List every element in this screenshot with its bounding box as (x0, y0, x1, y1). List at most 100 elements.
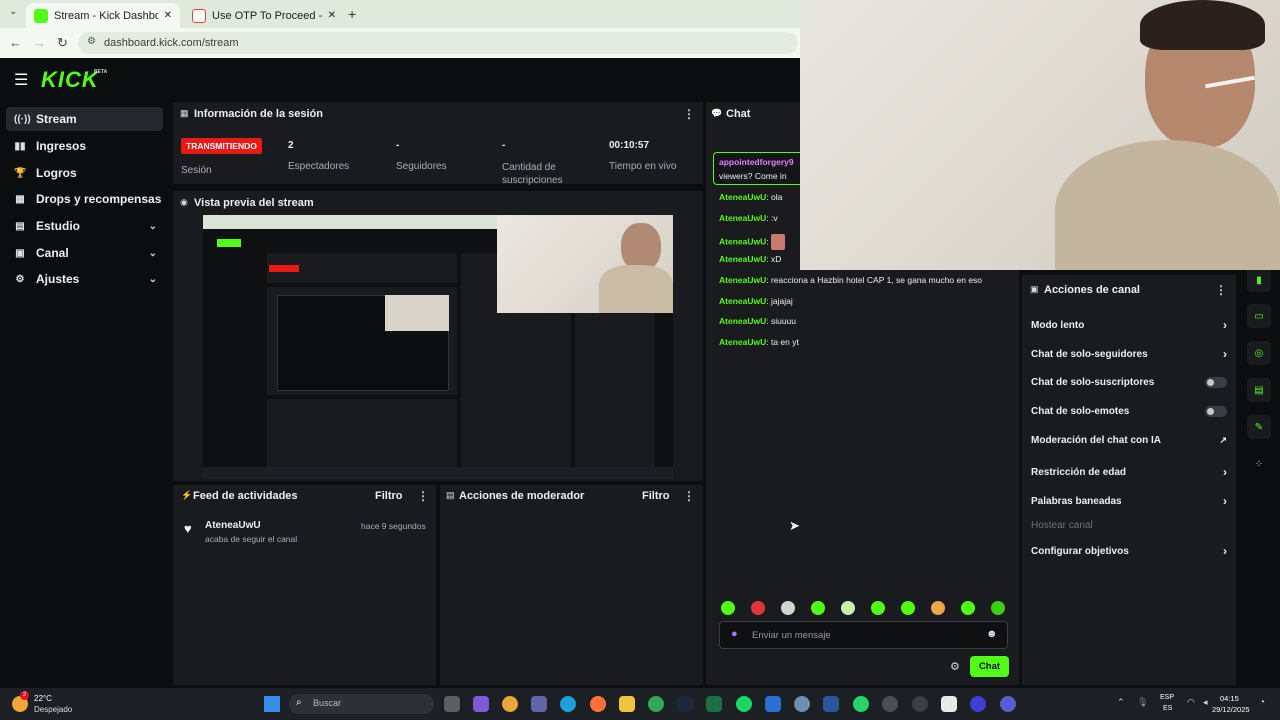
microphone-tray-icon[interactable]: 🎙 (1137, 697, 1148, 708)
spotify-icon[interactable] (736, 696, 752, 712)
word-icon[interactable] (823, 696, 839, 712)
teams-icon[interactable] (531, 696, 547, 712)
tab-otp[interactable]: Use OTP To Proceed - elfacheer ✕ (184, 3, 344, 28)
clock-date[interactable]: 29/12/2025 (1212, 705, 1250, 714)
sidebar-item-drops[interactable]: ▦ Drops y recompensas (6, 187, 163, 211)
copilot-icon[interactable] (473, 696, 489, 712)
subs-only-toggle[interactable] (1205, 377, 1227, 388)
emoji-icon[interactable]: ☻ (986, 628, 998, 640)
action-slow-mode[interactable]: Modo lento › (1031, 318, 1227, 332)
emote-button[interactable] (781, 601, 795, 615)
steam-icon[interactable] (677, 696, 693, 712)
language-indicator-top[interactable]: ESP (1160, 694, 1174, 701)
close-tab-icon[interactable]: ✕ (164, 10, 172, 21)
weather-text[interactable]: Despejado (34, 705, 72, 714)
tab-search-icon[interactable]: ⌄ (9, 6, 17, 17)
kick-logo[interactable]: KICK (41, 67, 99, 93)
language-indicator-bottom[interactable]: ES (1163, 705, 1172, 712)
site-info-icon[interactable]: ⚙ (87, 36, 96, 47)
network-app-icon[interactable] (794, 696, 810, 712)
pinned-user[interactable]: appointedforgery9 (719, 157, 794, 167)
rail-broadcast-button[interactable]: ◎ (1247, 341, 1271, 365)
sidebar-item-ajustes[interactable]: ⚙ Ajustes ⌄ (6, 267, 163, 291)
sidebar-item-stream[interactable]: ((·)) Stream (6, 107, 163, 131)
clock-time[interactable]: 04:15 (1220, 694, 1239, 703)
file-explorer-icon[interactable] (619, 696, 635, 712)
edge-icon[interactable] (560, 696, 576, 712)
chat-username[interactable]: AteneaUwU (719, 254, 766, 264)
address-bar[interactable]: ⚙ dashboard.kick.com/stream (78, 32, 798, 54)
chrome-icon[interactable] (502, 696, 518, 712)
sidebar-item-ingresos[interactable]: ▮▮ Ingresos (6, 134, 163, 158)
notifications-icon[interactable]: ◔ (1259, 697, 1265, 708)
emote-button[interactable] (721, 601, 735, 615)
assistant-icon[interactable] (970, 696, 986, 712)
new-tab-button[interactable]: + (348, 6, 356, 22)
emote-button[interactable] (811, 601, 825, 615)
more-options-icon[interactable]: ⋮ (683, 489, 695, 503)
action-age-restriction[interactable]: Restricción de edad › (1031, 465, 1227, 479)
vpn-icon[interactable] (1000, 696, 1016, 712)
emote-button[interactable] (901, 601, 915, 615)
forward-icon[interactable]: → (33, 35, 46, 50)
sidebar-item-canal[interactable]: ▣ Canal ⌄ (6, 241, 163, 265)
activity-filter-button[interactable]: Filtro (375, 490, 403, 502)
chat-username[interactable]: AteneaUwU (719, 337, 766, 347)
emotes-only-toggle[interactable] (1205, 406, 1227, 417)
chat-username[interactable]: AteneaUwU (719, 275, 766, 285)
volume-icon[interactable]: ◂ (1203, 697, 1208, 708)
sidebar-item-estudio[interactable]: ▤ Estudio ⌄ (6, 214, 163, 238)
rail-layout-button[interactable]: ▤ (1247, 378, 1271, 402)
chat-username[interactable]: AteneaUwU (719, 316, 766, 326)
menu-icon[interactable]: ☰ (14, 70, 28, 90)
action-ai-moderation[interactable]: Moderación del chat con IA ↗ (1031, 435, 1227, 446)
excel-icon[interactable] (706, 696, 722, 712)
weather-temp[interactable]: 22°C (34, 694, 52, 703)
chat-username[interactable]: AteneaUwU (719, 192, 766, 202)
action-banned-words[interactable]: Palabras baneadas › (1031, 494, 1227, 508)
moderator-filter-button[interactable]: Filtro (642, 490, 670, 502)
taskbar-search-placeholder[interactable]: Buscar (313, 698, 341, 708)
stream-preview-video[interactable] (203, 215, 673, 479)
chat-username[interactable]: AteneaUwU (719, 236, 766, 246)
wifi-icon[interactable]: ◠ (1187, 697, 1195, 708)
more-options-icon[interactable]: ⋮ (417, 489, 429, 503)
windows-start-icon[interactable] (264, 696, 280, 712)
back-icon[interactable]: ← (9, 35, 22, 50)
emote-button[interactable] (931, 601, 945, 615)
chat-settings-icon[interactable]: ⚙ (950, 660, 960, 673)
rail-clips-button[interactable]: ▮ (1247, 268, 1271, 292)
store-icon[interactable] (941, 696, 957, 712)
close-tab-icon[interactable]: ✕ (328, 10, 336, 21)
emote-button[interactable] (991, 601, 1005, 615)
send-chat-button[interactable]: Chat (970, 656, 1009, 677)
action-followers-only[interactable]: Chat de solo-seguidores › (1031, 347, 1227, 361)
whatsapp-icon[interactable] (853, 696, 869, 712)
obs-icon[interactable] (912, 696, 928, 712)
action-configure-goals[interactable]: Configurar objetivos › (1031, 544, 1227, 558)
taskbar-search[interactable] (289, 694, 434, 714)
chat-input-placeholder[interactable]: Enviar un mensaje (752, 630, 831, 641)
rail-apps-button[interactable]: ⁘ (1247, 452, 1271, 476)
chrome-profile-icon[interactable] (648, 696, 664, 712)
chat-username[interactable]: AteneaUwU (719, 296, 766, 306)
tray-expand-icon[interactable]: ⌃ (1117, 697, 1125, 708)
sidebar-item-logros[interactable]: 🏆 Logros (6, 161, 163, 185)
emote-button[interactable] (841, 601, 855, 615)
reload-icon[interactable]: ↻ (57, 35, 68, 51)
chat-username[interactable]: AteneaUwU (719, 213, 766, 223)
firefox-icon[interactable] (590, 696, 606, 712)
chrome-active-icon[interactable] (882, 696, 898, 712)
rail-wrench-button[interactable]: ✎ (1247, 415, 1271, 439)
photos-icon[interactable] (765, 696, 781, 712)
tab-kick-dashboard[interactable]: Stream - Kick Dashboard ✕ (26, 3, 180, 28)
microphone-icon[interactable]: ● (731, 628, 738, 640)
emote-button[interactable] (751, 601, 765, 615)
rail-chat-button[interactable]: ▭ (1247, 304, 1271, 328)
more-options-icon[interactable]: ⋮ (1215, 283, 1227, 297)
emote-button[interactable] (871, 601, 885, 615)
emote-button[interactable] (961, 601, 975, 615)
more-options-icon[interactable]: ⋮ (683, 107, 695, 121)
task-view-icon[interactable] (444, 696, 460, 712)
activity-user[interactable]: AteneaUwU (205, 520, 261, 531)
